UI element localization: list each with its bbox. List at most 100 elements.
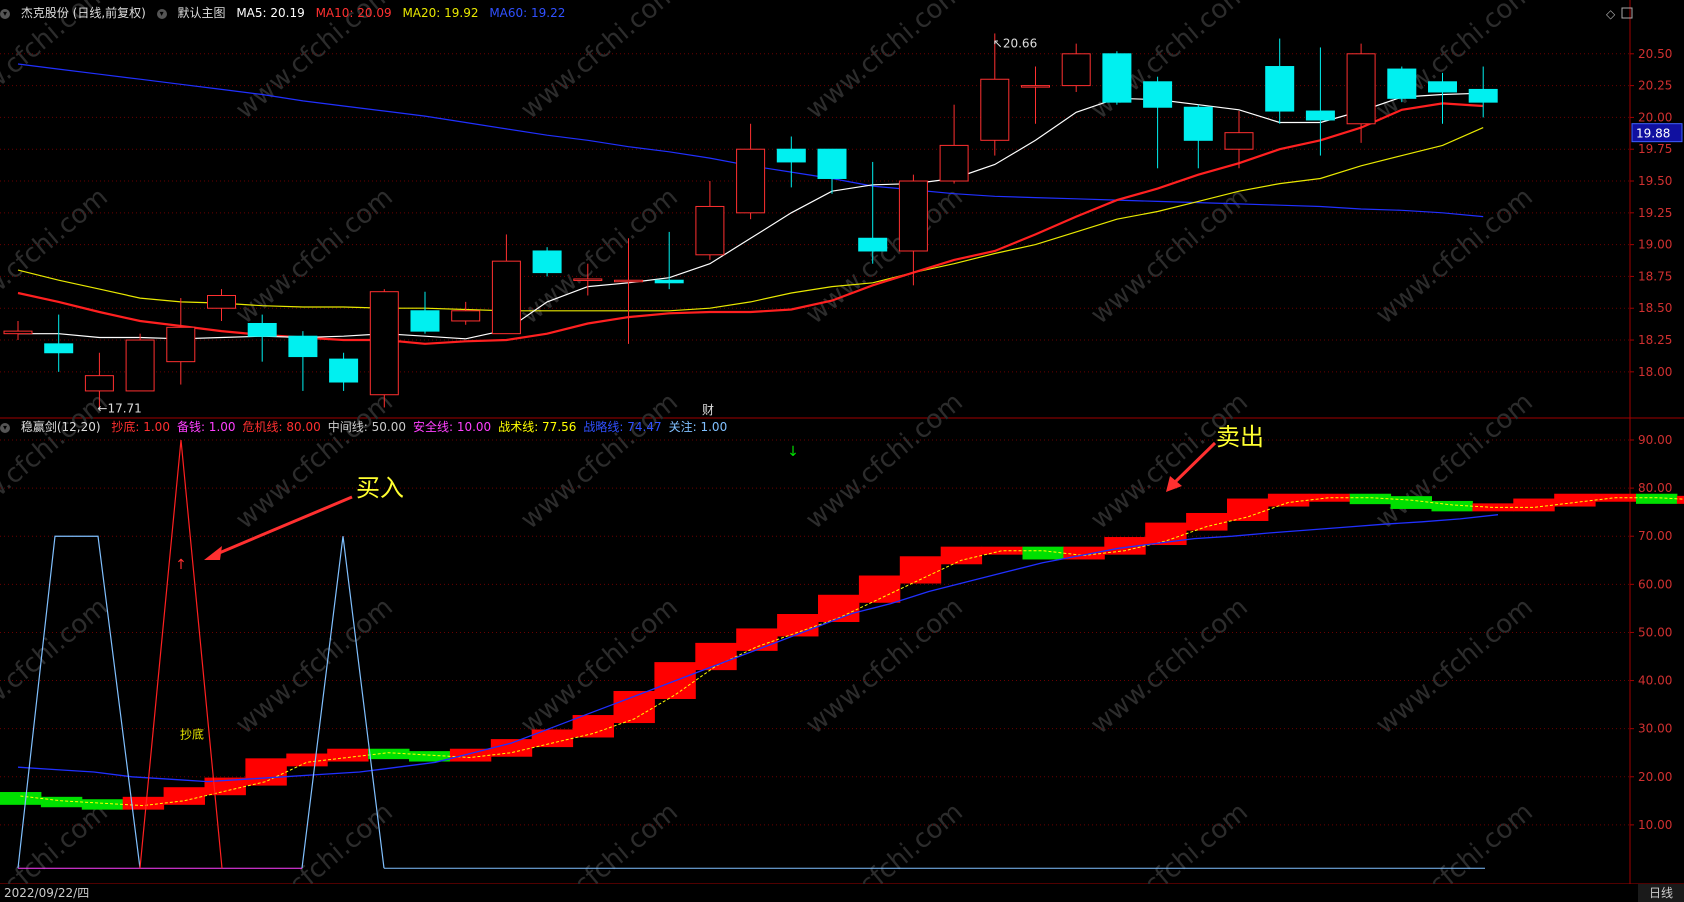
price-tick-label: 18.00 — [1638, 365, 1672, 379]
collapse-icon[interactable]: ▾ — [156, 8, 167, 19]
rising-band-block — [695, 642, 737, 671]
candle-body — [1305, 110, 1335, 121]
candle-body — [451, 310, 481, 322]
price-tick-label: 20.00 — [1638, 110, 1672, 124]
candle-body — [573, 278, 603, 281]
indicator-value-1: 备钱: 1.00 — [176, 420, 236, 434]
watermark-text: www.cfchi.com — [1370, 387, 1539, 535]
finance-marker: 财 — [702, 403, 714, 417]
candle-body — [776, 148, 806, 163]
candle-body — [858, 237, 888, 252]
buy-pointer-head — [204, 546, 222, 560]
watermark-text: www.cfchi.com — [1370, 0, 1539, 125]
candle-body — [1102, 53, 1132, 103]
chart-canvas[interactable]: www.cfchi.com www.cfchi.com www.cfchi.com w… — [0, 0, 1684, 884]
candle-body — [898, 180, 928, 252]
ma60-value: MA60: 19.22 — [489, 6, 566, 20]
watermark-text: www.cfchi.com — [1370, 592, 1539, 740]
indicator-tick-label: 70.00 — [1638, 529, 1672, 543]
indicator-tick-label: 90.00 — [1638, 433, 1672, 447]
rising-band-block — [940, 546, 983, 565]
candle-body — [532, 250, 562, 274]
low-price-annotation: ←17.71 — [97, 402, 141, 416]
watermark-text: www.cfchi.com — [0, 592, 114, 740]
indicator-tick-label: 60.00 — [1638, 577, 1672, 591]
indicator-tick-label: 40.00 — [1638, 674, 1672, 688]
high-price-annotation: ↖20.66 — [993, 36, 1037, 50]
indicator-value-3: 中间线: 50.00 — [327, 420, 406, 434]
indicator-pane-header: ▾ 稳赢剑(12,20) 抄底: 1.00 备钱: 1.00 危机线: 80.00 中… — [0, 418, 741, 436]
candle-body — [247, 322, 277, 337]
indicator-value-5: 战术线: 77.56 — [498, 420, 577, 434]
candle-body — [1468, 88, 1498, 103]
watermark-text: www.cfchi.com — [1085, 592, 1254, 740]
rising-band-block — [736, 628, 778, 651]
indicator-value-6: 战略线: 74.47 — [583, 420, 662, 434]
candle-body — [939, 144, 969, 182]
candle-body — [1265, 66, 1295, 112]
candle-body — [736, 148, 766, 214]
indicator-tick-label: 20.00 — [1638, 770, 1672, 784]
period-button[interactable]: 日线 — [1638, 884, 1684, 902]
candle-body — [84, 375, 114, 392]
candle-body — [695, 205, 725, 256]
candle-body — [1021, 85, 1050, 88]
watermark-text: www.cfchi.com — [515, 797, 684, 884]
rising-band-block — [1227, 498, 1269, 521]
buy-label: 买入 — [356, 474, 404, 502]
candle-body — [980, 78, 1010, 141]
candle-body — [3, 330, 33, 335]
indicator-value-2: 危机线: 80.00 — [242, 420, 321, 434]
date-label: 2022/09/22/四 — [4, 886, 90, 900]
rising-band-block — [1308, 493, 1351, 502]
rising-band-block — [449, 748, 492, 762]
watermark-text: www.cfchi.com — [800, 387, 969, 535]
main-chart-label[interactable]: 默认主图 — [177, 6, 225, 20]
candle-body — [329, 358, 359, 383]
collapse-icon[interactable]: ▾ — [0, 8, 10, 19]
candle-body — [1428, 81, 1457, 93]
bottom-label: 抄底 — [180, 726, 204, 741]
candle-body — [1387, 68, 1417, 99]
price-tick-label: 18.50 — [1638, 301, 1672, 315]
watermark-text: www.cfchi.com — [0, 797, 114, 884]
indicator-value-0: 抄底: 1.00 — [111, 420, 170, 434]
price-tick-label: 18.75 — [1638, 269, 1672, 283]
rising-band-block — [1186, 512, 1228, 531]
ma20-value: MA20: 19.92 — [402, 6, 479, 20]
price-tick-label: 20.25 — [1638, 79, 1672, 93]
rising-band-block — [1267, 493, 1310, 507]
collapse-icon[interactable]: ▾ — [0, 422, 10, 433]
sell-label: 卖出 — [1216, 423, 1264, 451]
rising-band-block — [122, 796, 165, 810]
rising-band-block — [531, 729, 574, 748]
candle-body — [614, 279, 643, 283]
watermark-text: www.cfchi.com — [230, 797, 399, 884]
candle-body — [410, 310, 440, 332]
falling-band-block — [0, 792, 42, 805]
rising-band-block — [981, 546, 1023, 555]
rising-band-block — [1513, 498, 1555, 512]
indicator-tick-label: 30.00 — [1638, 722, 1672, 736]
candle-body — [166, 326, 196, 363]
falling-band-block — [1349, 493, 1392, 505]
rising-band-block — [245, 758, 287, 786]
rising-band-block — [286, 753, 328, 767]
watermark-text: www.cfchi.com — [800, 0, 969, 125]
candle-body — [369, 291, 399, 396]
indicator-name[interactable]: 稳赢剑(12,20) — [21, 420, 101, 434]
price-tick-label: 19.00 — [1638, 238, 1672, 252]
candle-body — [125, 339, 155, 392]
candle-body — [491, 260, 521, 335]
indicator-tick-label: 10.00 — [1638, 818, 1672, 832]
stock-name[interactable]: 杰克股份 (日线,前复权) — [21, 6, 146, 20]
indicator-tick-label: 80.00 — [1638, 481, 1672, 495]
falling-band-block — [1022, 546, 1064, 560]
down-arrow-icon: ↓ — [787, 444, 799, 460]
indicator-value-7: 关注: 1.00 — [668, 420, 728, 434]
candle-body — [1143, 81, 1173, 108]
watermark-text: www.cfchi.com — [230, 592, 399, 740]
rising-band-block — [1676, 495, 1684, 504]
price-tick-label: 20.50 — [1638, 47, 1672, 61]
watermark-text: www.cfchi.com — [515, 387, 684, 535]
